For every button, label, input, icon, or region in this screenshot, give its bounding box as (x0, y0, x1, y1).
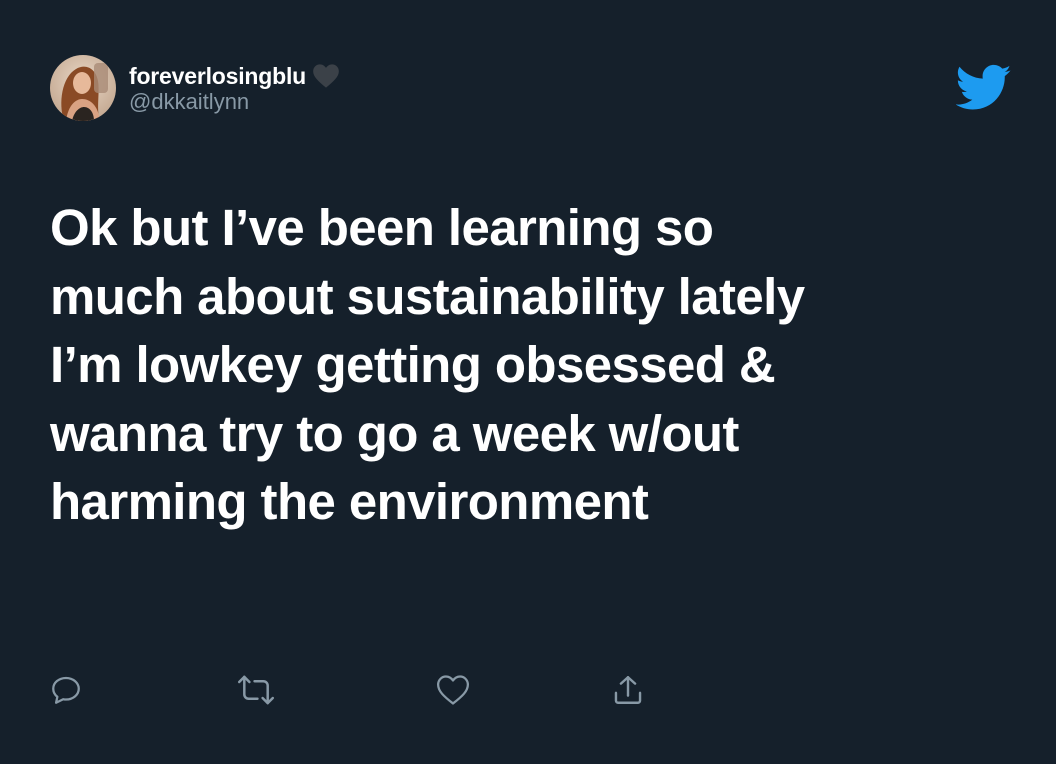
tweet-text: Ok but I’ve been learning so much about … (50, 199, 805, 530)
retweet-icon[interactable] (236, 670, 276, 710)
name-row: foreverlosingblu (129, 62, 340, 90)
twitter-bird-icon (955, 64, 1012, 114)
reply-icon[interactable] (46, 670, 86, 710)
avatar[interactable] (50, 55, 116, 121)
display-name[interactable]: foreverlosingblu (129, 62, 306, 90)
tweet-header: foreverlosingblu @dkkaitlynn (50, 55, 340, 121)
heart-icon (312, 62, 340, 90)
user-block: foreverlosingblu @dkkaitlynn (129, 62, 340, 114)
like-icon[interactable] (433, 670, 473, 710)
share-icon[interactable] (608, 670, 648, 710)
tweet-card: foreverlosingblu @dkkaitlynn Ok but I’ve… (0, 0, 1056, 764)
action-bar (0, 670, 1056, 714)
user-handle[interactable]: @dkkaitlynn (129, 90, 340, 114)
